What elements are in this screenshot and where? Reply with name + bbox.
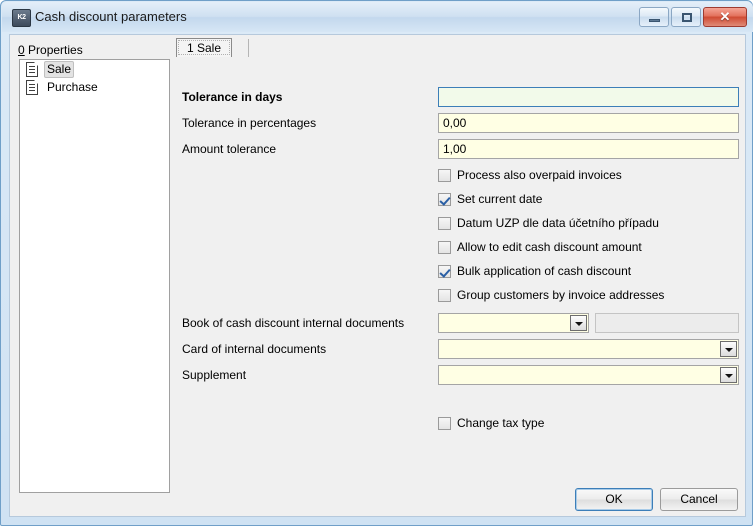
checkbox-checked-icon	[438, 193, 451, 206]
properties-label-text: Properties	[25, 43, 83, 57]
checkbox-label: Change tax type	[457, 416, 544, 430]
label-tolerance-days: Tolerance in days	[182, 90, 282, 104]
window-controls: ✕	[639, 7, 747, 27]
dialog-body: 0 Properties Sale Purchase 1 Sale Tolera…	[9, 34, 746, 517]
checkbox-bulk-application-cash-discount[interactable]: Bulk application of cash discount	[438, 262, 631, 280]
checkbox-icon	[438, 241, 451, 254]
properties-accesskey: 0	[18, 43, 25, 57]
title-bar: K2 Cash discount parameters ✕	[2, 2, 753, 32]
tab-divider	[248, 39, 249, 57]
properties-label: 0 Properties	[18, 43, 83, 57]
chevron-down-icon[interactable]	[570, 315, 587, 331]
combo-supplement[interactable]	[438, 365, 739, 385]
input-tolerance-days[interactable]	[438, 87, 739, 107]
close-icon: ✕	[704, 8, 746, 26]
document-icon	[26, 62, 38, 77]
list-item-purchase[interactable]: Purchase	[20, 78, 169, 96]
close-button[interactable]: ✕	[703, 7, 747, 27]
label-book-internal-documents: Book of cash discount internal documents	[182, 316, 404, 330]
form-panel: Tolerance in days Tolerance in percentag…	[173, 59, 739, 493]
checkbox-label: Set current date	[457, 192, 542, 206]
checkbox-label: Bulk application of cash discount	[457, 264, 631, 278]
input-tolerance-percentages[interactable]: 0,00	[438, 113, 739, 133]
checkbox-change-tax-type[interactable]: Change tax type	[438, 414, 544, 432]
minimize-icon	[649, 19, 660, 22]
ok-button[interactable]: OK	[575, 488, 653, 511]
properties-list[interactable]: Sale Purchase	[19, 59, 170, 493]
checkbox-allow-edit-cash-discount-amount[interactable]: Allow to edit cash discount amount	[438, 238, 642, 256]
combo-book-internal-documents[interactable]	[438, 313, 589, 333]
app-icon: K2	[12, 9, 31, 27]
checkbox-icon	[438, 417, 451, 430]
tab-sale[interactable]: 1 Sale	[176, 38, 232, 57]
tab-strip: 1 Sale	[170, 37, 740, 59]
label-card-internal-documents: Card of internal documents	[182, 342, 326, 356]
checkbox-label: Allow to edit cash discount amount	[457, 240, 642, 254]
chevron-down-icon[interactable]	[720, 341, 737, 357]
list-item-label: Sale	[44, 61, 74, 78]
checkbox-datum-uzp[interactable]: Datum UZP dle data účetního případu	[438, 214, 659, 232]
checkbox-icon	[438, 289, 451, 302]
checkbox-icon	[438, 217, 451, 230]
list-item-label: Purchase	[44, 80, 101, 95]
document-icon	[26, 80, 38, 95]
input-book-internal-documents-secondary	[595, 313, 739, 333]
label-amount-tolerance: Amount tolerance	[182, 142, 276, 156]
checkbox-label: Group customers by invoice addresses	[457, 288, 664, 302]
maximize-icon	[682, 13, 692, 22]
checkbox-process-overpaid-invoices[interactable]: Process also overpaid invoices	[438, 166, 622, 184]
window-title: Cash discount parameters	[35, 8, 187, 26]
label-tolerance-percentages: Tolerance in percentages	[182, 116, 316, 130]
checkbox-checked-icon	[438, 265, 451, 278]
checkbox-label: Process also overpaid invoices	[457, 168, 622, 182]
checkbox-group-customers-invoice-addresses[interactable]: Group customers by invoice addresses	[438, 286, 664, 304]
input-amount-tolerance[interactable]: 1,00	[438, 139, 739, 159]
minimize-button[interactable]	[639, 7, 669, 27]
cancel-button[interactable]: Cancel	[660, 488, 738, 511]
chevron-down-icon[interactable]	[720, 367, 737, 383]
checkbox-set-current-date[interactable]: Set current date	[438, 190, 542, 208]
checkbox-icon	[438, 169, 451, 182]
checkbox-label: Datum UZP dle data účetního případu	[457, 216, 659, 230]
list-item-sale[interactable]: Sale	[20, 60, 169, 78]
maximize-button[interactable]	[671, 7, 701, 27]
dialog-window: K2 Cash discount parameters ✕ 0 Properti…	[0, 0, 753, 526]
label-supplement: Supplement	[182, 368, 246, 382]
combo-card-internal-documents[interactable]	[438, 339, 739, 359]
